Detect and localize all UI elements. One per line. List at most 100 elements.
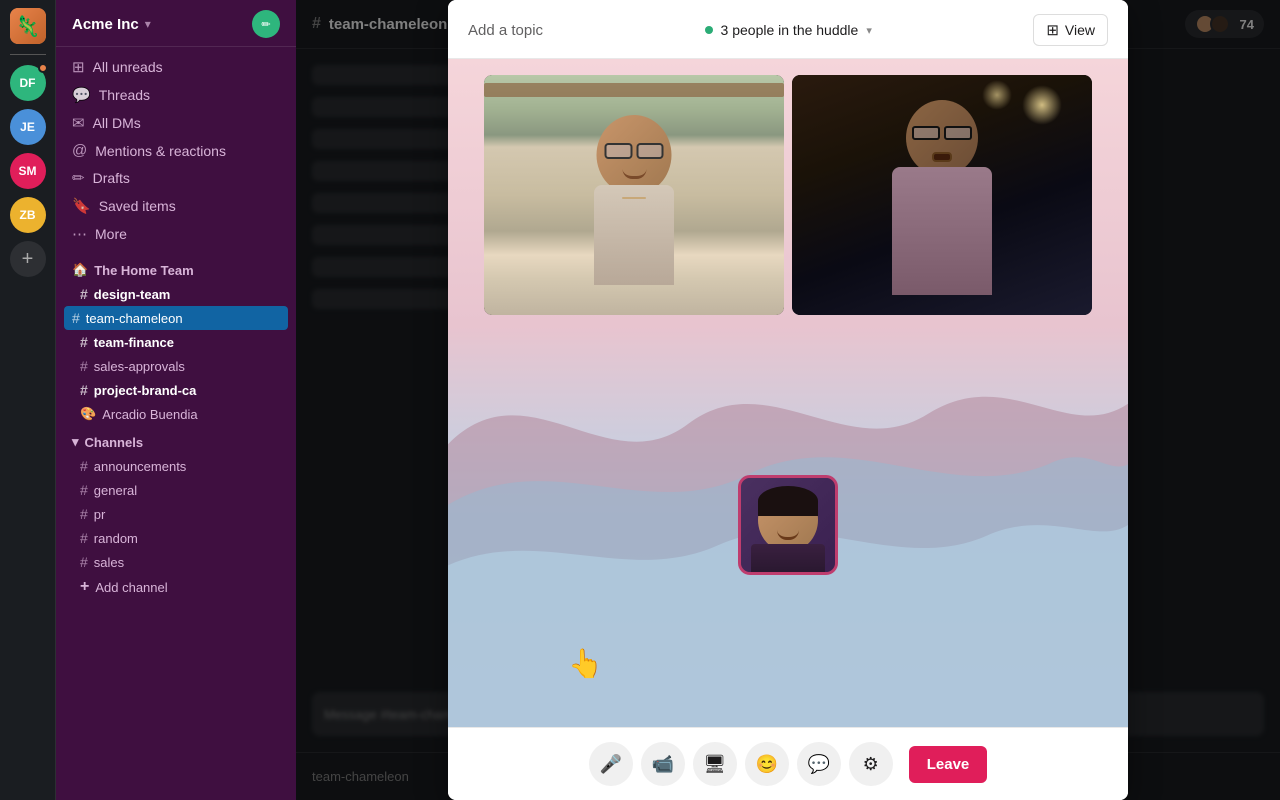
lens-left2 <box>912 126 940 140</box>
add-channel-button[interactable]: + Add channel <box>56 574 296 600</box>
channel-name-team-chameleon: team-chameleon <box>86 311 183 326</box>
home-team-header[interactable]: 🏠 The Home Team <box>56 254 296 282</box>
user-avatar-sm[interactable]: SM <box>10 153 46 189</box>
threads-icon: 💬 <box>72 86 91 104</box>
home-team-icon: 🏠 <box>72 262 88 278</box>
emoji-react-button[interactable]: 😊 <box>745 742 789 786</box>
jacket <box>892 167 992 295</box>
settings-icon: ⚙ <box>863 754 879 775</box>
glasses1 <box>605 143 664 163</box>
channel-design-team[interactable]: # design-team <box>56 282 296 306</box>
nav-label-unreads: All unreads <box>93 59 163 75</box>
self-bg <box>741 478 835 572</box>
person2-body <box>882 95 1002 295</box>
channel-project-brand[interactable]: # project-brand-ca <box>56 378 296 402</box>
channels-section-header[interactable]: ▾ Channels <box>56 426 296 454</box>
channel-name-project-brand: project-brand-ca <box>94 383 197 398</box>
grid-icon: ⊞ <box>1046 21 1059 39</box>
user-avatar-je[interactable]: JE <box>10 109 46 145</box>
hash-icon: # <box>80 382 88 398</box>
compose-button[interactable]: ✏ <box>252 10 280 38</box>
nav-item-all-dms[interactable]: ✉ All DMs <box>56 109 296 137</box>
screen-share-button[interactable]: 🖥 <box>693 742 737 786</box>
necklace <box>622 197 646 199</box>
participants-dropdown-icon: ▾ <box>866 24 872 37</box>
huddle-participants-button[interactable]: 3 people in the huddle ▾ <box>705 22 872 38</box>
hash-icon: # <box>72 310 80 326</box>
unreads-icon: ⊞ <box>72 58 85 76</box>
video-button[interactable]: 📹 <box>641 742 685 786</box>
user-initials-sm: SM <box>19 164 37 178</box>
channel-sales-approvals[interactable]: # sales-approvals <box>56 354 296 378</box>
more-icon: ⋯ <box>72 225 87 243</box>
mic-icon: 🎤 <box>600 754 622 775</box>
leave-button[interactable]: Leave <box>909 746 988 783</box>
channel-name-sales: sales <box>94 555 124 570</box>
lens-left <box>605 143 633 159</box>
dm-name-arcadio: Arcadio Buendia <box>102 407 197 422</box>
body1 <box>594 185 674 285</box>
channel-name-general: general <box>94 483 137 498</box>
hash-icon: # <box>80 334 88 350</box>
huddle-window: Add a topic 3 people in the huddle ▾ ⊞ V… <box>448 0 1128 800</box>
drafts-icon: ✏ <box>72 169 85 187</box>
user-initials-zb: ZB <box>20 208 36 222</box>
nav-item-unreads[interactable]: ⊞ All unreads <box>56 53 296 81</box>
sidebar-header: Acme Inc ▾ ✏ <box>56 0 296 47</box>
video-icon: 📹 <box>652 754 674 775</box>
add-workspace-button[interactable]: + <box>10 241 46 277</box>
huddle-topic[interactable]: Add a topic <box>468 22 543 39</box>
huddle-view-button[interactable]: ⊞ View <box>1033 14 1108 46</box>
workspace-logo[interactable]: 🦎 <box>10 8 46 44</box>
wave-area: 👆 <box>448 323 1128 727</box>
workspace-name[interactable]: Acme Inc <box>72 16 139 33</box>
person1-figure <box>484 75 784 315</box>
settings-button[interactable]: ⚙ <box>849 742 893 786</box>
video-grid-top <box>448 59 1128 323</box>
main-content: # team-chameleon ▾ 74 Message #team-cham… <box>296 0 1280 800</box>
workspace-chevron-icon[interactable]: ▾ <box>145 17 151 31</box>
emoji-icon: 😊 <box>756 754 778 775</box>
chat-button[interactable]: 💬 <box>797 742 841 786</box>
channel-general[interactable]: # general <box>56 478 296 502</box>
nav-item-saved[interactable]: 🔖 Saved items <box>56 192 296 220</box>
nav-item-mentions[interactable]: @ Mentions & reactions <box>56 137 296 164</box>
channel-team-chameleon[interactable]: # team-chameleon <box>64 306 288 330</box>
channel-announcements[interactable]: # announcements <box>56 454 296 478</box>
divider <box>10 54 46 55</box>
dm-arcadio[interactable]: 🎨 Arcadio Buendia <box>56 402 296 426</box>
nav-item-drafts[interactable]: ✏ Drafts <box>56 164 296 192</box>
nav-label-threads: Threads <box>99 87 150 103</box>
chat-icon: 💬 <box>808 754 830 775</box>
video-area: 👆 <box>448 59 1128 727</box>
channel-pr[interactable]: # pr <box>56 502 296 526</box>
all-dms-icon: ✉ <box>72 114 85 132</box>
channel-name-pr: pr <box>94 507 106 522</box>
channels-section-label: Channels <box>85 435 144 450</box>
hash-icon: # <box>80 530 88 546</box>
nav-item-threads[interactable]: 💬 Threads <box>56 81 296 109</box>
nav-label-saved: Saved items <box>99 198 176 214</box>
smile1 <box>622 169 646 179</box>
add-channel-label: Add channel <box>95 580 167 595</box>
channel-name-team-finance: team-finance <box>94 335 174 350</box>
nav-item-more[interactable]: ⋯ More <box>56 220 296 248</box>
notification-badge <box>38 63 48 73</box>
person1-body <box>574 105 694 285</box>
huddle-participants-label: 3 people in the huddle <box>721 22 859 38</box>
hash-icon: # <box>80 506 88 522</box>
user-avatar-df[interactable]: DF <box>10 65 46 101</box>
lens-right2 <box>944 126 972 140</box>
user-avatar-zb[interactable]: ZB <box>10 197 46 233</box>
huddle-header: Add a topic 3 people in the huddle ▾ ⊞ V… <box>448 0 1128 59</box>
workspace-icon-bar: 🦎 DF JE SM ZB + <box>0 0 56 800</box>
add-channel-icon: + <box>80 578 89 596</box>
channel-random[interactable]: # random <box>56 526 296 550</box>
self-body <box>751 544 825 572</box>
nav-label-all-dms: All DMs <box>93 115 141 131</box>
channel-team-finance[interactable]: # team-finance <box>56 330 296 354</box>
channel-name-random: random <box>94 531 138 546</box>
mic-button[interactable]: 🎤 <box>589 742 633 786</box>
channel-sales[interactable]: # sales <box>56 550 296 574</box>
face1 <box>597 115 672 195</box>
